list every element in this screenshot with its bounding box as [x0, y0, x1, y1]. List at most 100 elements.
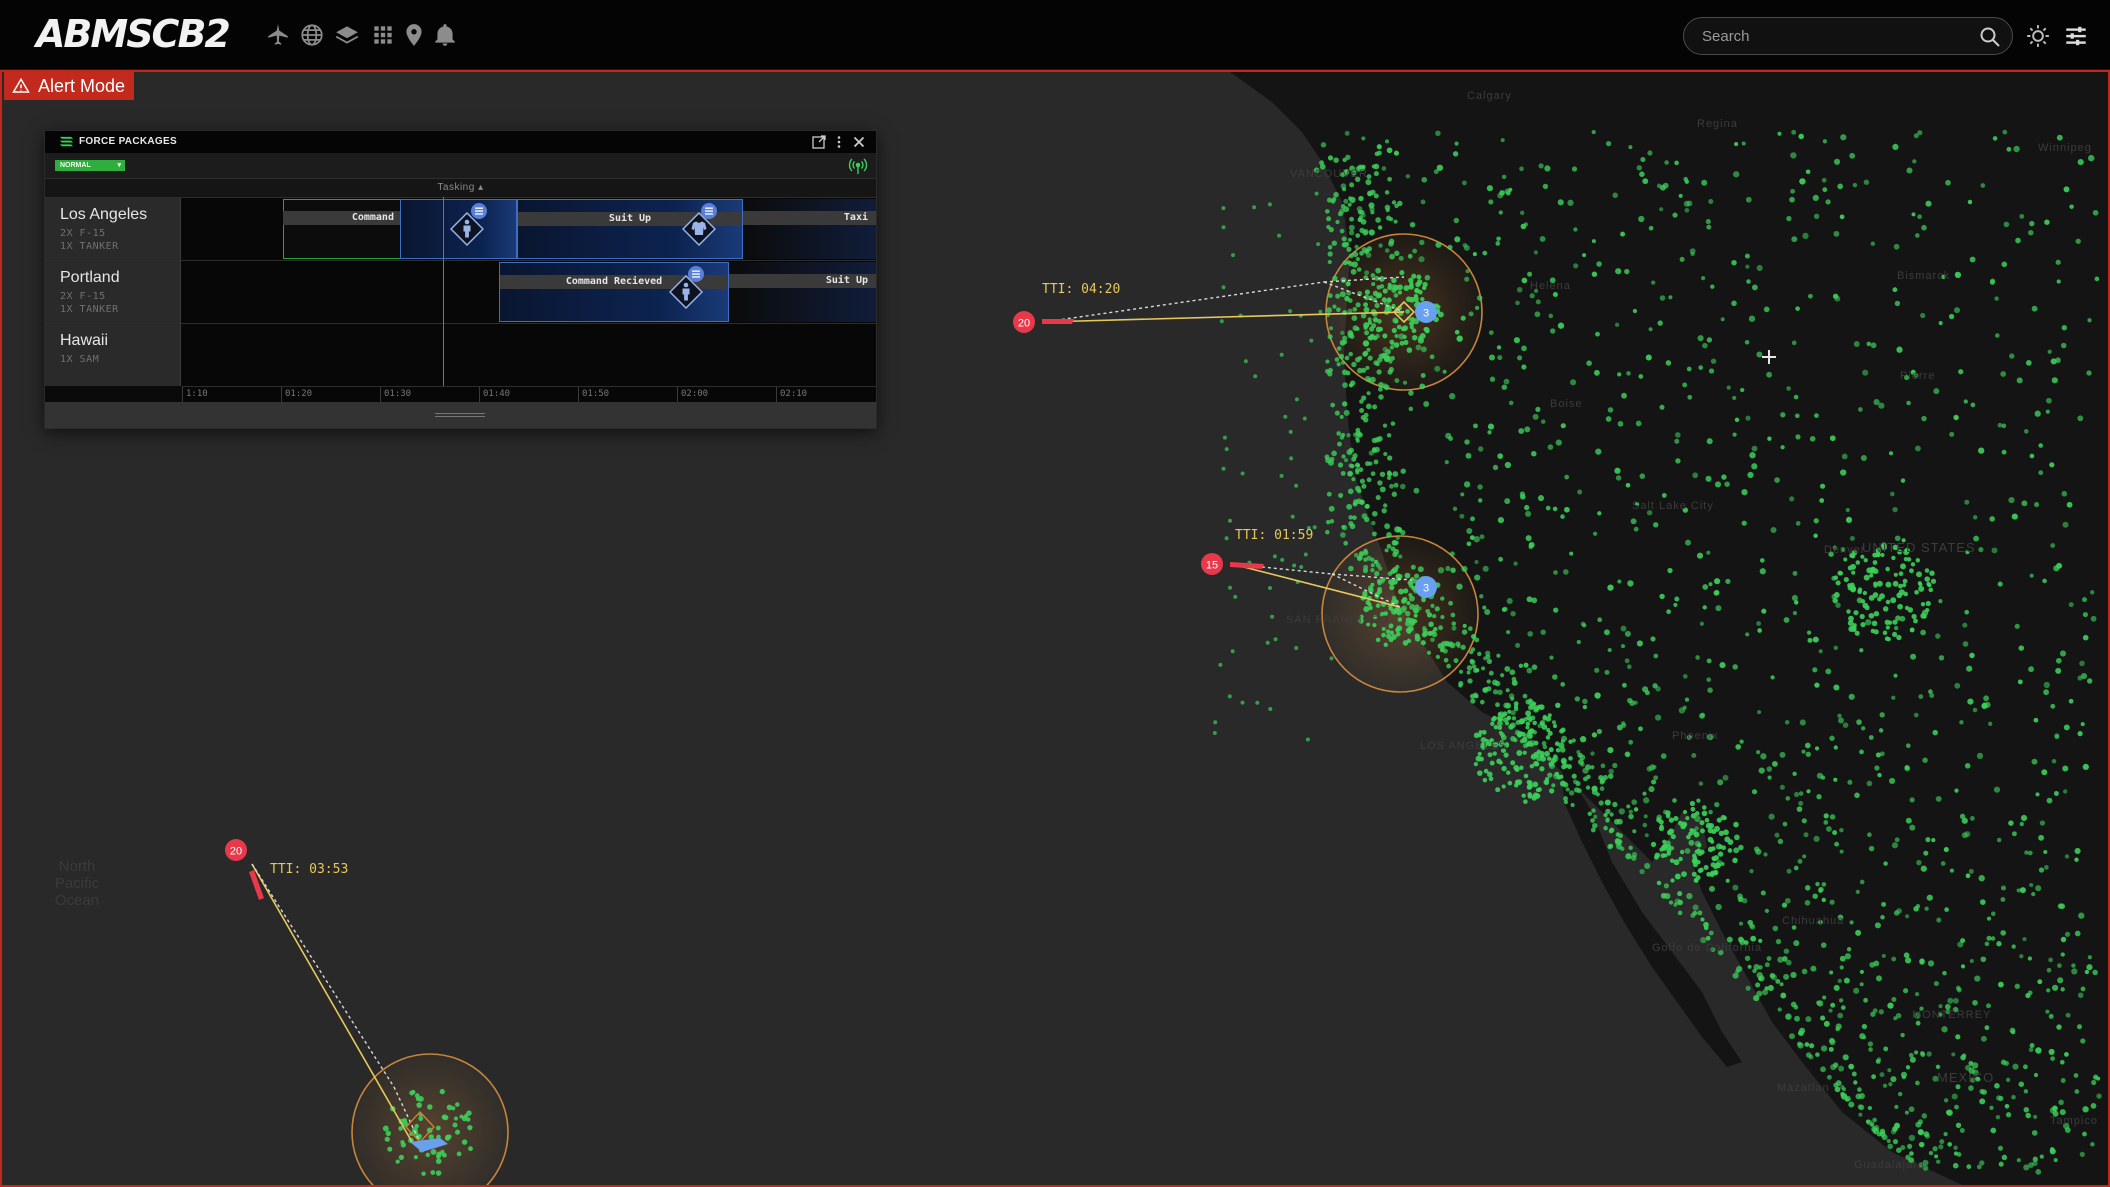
sensor-dot: [2060, 1078, 2066, 1083]
sensor-dot: [1724, 481, 1730, 487]
more-options-icon[interactable]: [831, 134, 847, 150]
sensor-dot: [1721, 474, 1727, 480]
list-icon[interactable]: [688, 266, 704, 282]
sensor-dot: [1664, 160, 1669, 165]
search-icon[interactable]: [1978, 25, 2002, 49]
sensor-dot: [2087, 318, 2092, 323]
force-packages-panel[interactable]: FORCE PACKAGES NORMAL ▾ Tasking ▴ Los An…: [44, 130, 877, 429]
sensor-dot: [1638, 726, 1643, 732]
sensor-dot: [2037, 979, 2043, 985]
sensor-dot: [2060, 342, 2067, 349]
globe-icon[interactable]: [299, 22, 325, 48]
sensor-dot: [1567, 764, 1572, 770]
sensor-dot: [1507, 780, 1513, 786]
sensor-dot: [1805, 1016, 1812, 1023]
sensor-dot: [1599, 779, 1605, 785]
sensor-dot: [1892, 143, 1899, 150]
sensor-dot: [1850, 563, 1857, 570]
settings-menu-icon[interactable]: [2063, 23, 2089, 49]
apps-grid-icon[interactable]: [370, 22, 396, 48]
sensor-dot: [1607, 407, 1614, 413]
sensor-dot: [1347, 298, 1353, 303]
sensor-dot: [1706, 658, 1712, 664]
sensor-dot: [1559, 747, 1566, 753]
close-icon[interactable]: [851, 134, 867, 150]
sensor-dot: [1501, 384, 1508, 390]
sensor-dot: [1714, 801, 1720, 808]
sensor-dot: [2080, 1038, 2086, 1044]
sensor-dot: [1419, 383, 1426, 390]
package-detail: 2X F-15: [60, 291, 106, 302]
location-pin-icon[interactable]: [401, 22, 427, 48]
sensor-dot: [1516, 286, 1523, 293]
sensor-dot: [1809, 1043, 1815, 1049]
sensor-dot: [1525, 721, 1531, 727]
sensor-dot: [1964, 763, 1971, 769]
sensor-dot: [1454, 236, 1461, 243]
aircraft-icon[interactable]: [265, 22, 291, 48]
sensor-dot: [1670, 878, 1675, 883]
sensor-dot: [1289, 456, 1294, 461]
sensor-dot: [1894, 300, 1901, 307]
search-input[interactable]: [1702, 18, 1972, 54]
sensor-dot: [1466, 541, 1472, 547]
sensor-dot: [1796, 806, 1803, 812]
layers-icon[interactable]: [334, 22, 360, 48]
sensor-dot: [1622, 682, 1627, 688]
list-icon[interactable]: [471, 203, 487, 219]
sensor-dot: [1698, 713, 1705, 719]
bell-icon[interactable]: [432, 22, 458, 48]
friendly-badge[interactable]: 3: [1415, 576, 1437, 598]
sensor-dot: [1924, 576, 1930, 582]
sensor-dot: [1221, 225, 1226, 230]
threat-badge[interactable]: 20: [1013, 311, 1035, 333]
sensor-dot: [1469, 650, 1474, 655]
sensor-dot: [1488, 776, 1494, 782]
theme-toggle-icon[interactable]: [2025, 23, 2051, 49]
threat-badge[interactable]: 20: [225, 839, 247, 861]
sensor-dot: [1879, 593, 1885, 600]
sensor-dot: [1678, 193, 1683, 198]
sensor-dot: [1915, 558, 1921, 563]
sensor-dot: [1515, 300, 1520, 306]
sensor-dot: [1506, 715, 1512, 720]
sensor-dot: [1909, 824, 1916, 831]
sensor-dot: [1863, 179, 1870, 185]
sensor-dot: [1686, 366, 1692, 372]
signal-icon[interactable]: [848, 156, 868, 176]
tasking-header[interactable]: Tasking ▴: [45, 179, 876, 197]
status-dropdown[interactable]: NORMAL ▾: [55, 160, 125, 171]
sensor-dot: [1620, 644, 1626, 649]
sensor-dot: [1328, 505, 1335, 512]
resize-handle[interactable]: [435, 413, 485, 417]
panel-header[interactable]: FORCE PACKAGES: [45, 131, 876, 153]
sensor-dot: [1563, 799, 1569, 805]
sensor-dot: [1563, 782, 1569, 788]
popout-icon[interactable]: [811, 134, 827, 150]
place-label: UNITED STATES: [1862, 540, 1976, 555]
task-block[interactable]: Taxi: [743, 199, 876, 259]
threat-badge[interactable]: 15: [1201, 553, 1223, 575]
force-package-row[interactable]: Portland 2X F-15 1X TANKER Command Recie…: [45, 260, 876, 323]
sensor-dot: [1554, 741, 1560, 747]
sensor-dot: [1434, 606, 1440, 612]
sensor-dot: [1421, 176, 1428, 183]
sensor-dot: [1568, 739, 1573, 744]
sensor-dot: [1813, 533, 1818, 539]
package-label: Los Angeles 2X F-15 1X TANKER: [45, 198, 181, 260]
sensor-dot: [1314, 191, 1319, 196]
sensor-dot: [1364, 270, 1370, 276]
force-package-row[interactable]: Los Angeles 2X F-15 1X TANKER Command Re…: [45, 197, 876, 260]
sensor-dot: [1706, 871, 1711, 877]
sensor-dot: [1355, 356, 1361, 363]
sensor-dot: [1405, 627, 1412, 634]
sensor-dot: [1402, 380, 1408, 385]
task-block[interactable]: Suit Up: [729, 262, 876, 322]
search-box[interactable]: [1683, 17, 2013, 55]
sensor-dot: [2090, 615, 2097, 622]
sensor-dot: [1914, 233, 1920, 238]
friendly-badge[interactable]: 3: [1415, 301, 1437, 323]
force-package-row[interactable]: Hawaii 1X SAM: [45, 323, 876, 386]
sensor-dot: [1367, 320, 1372, 325]
list-icon[interactable]: [701, 203, 717, 219]
